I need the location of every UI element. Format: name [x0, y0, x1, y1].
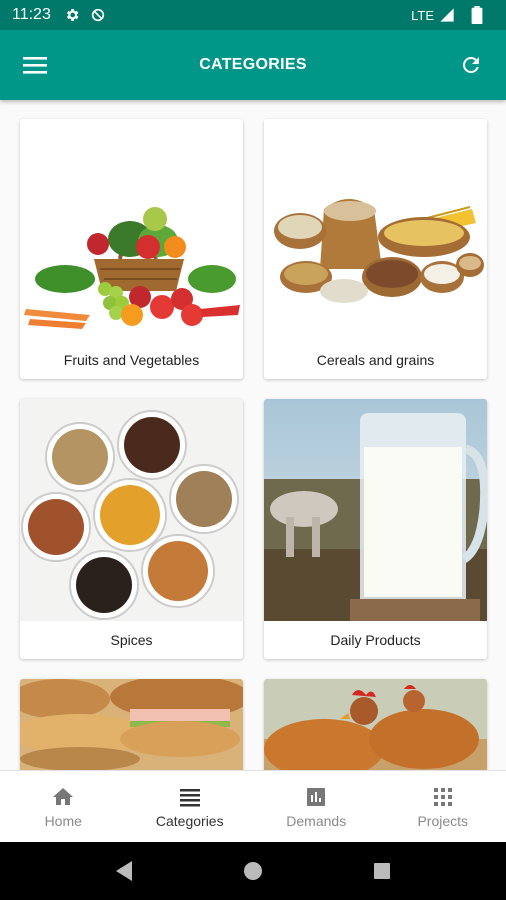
list-icon: [179, 788, 200, 806]
data-saver-icon: [89, 6, 107, 24]
hamburger-menu-icon: [23, 57, 47, 74]
nav-label: Categories: [155, 812, 224, 829]
settings-gear-icon: [63, 6, 81, 24]
daily-products-image: [264, 399, 487, 621]
category-card-5[interactable]: [20, 679, 243, 770]
category-grid: Fruits and Vegetables Cereals and grains: [0, 100, 506, 770]
status-bar: 11:23 LTE: [0, 0, 506, 30]
nav-projects[interactable]: Projects: [380, 771, 506, 842]
home-system-button[interactable]: [233, 851, 273, 891]
page-title: CATEGORIES: [199, 56, 307, 73]
nav-home[interactable]: Home: [0, 771, 127, 842]
category-label: Fruits and Vegetables: [63, 352, 200, 368]
fruits-vegetables-image: [20, 119, 243, 341]
home-circle-icon: [243, 862, 262, 880]
cereals-grains-image: [264, 119, 487, 341]
recents-button[interactable]: [362, 851, 402, 891]
category-card-6[interactable]: [264, 679, 487, 770]
network-type: LTE: [411, 7, 434, 23]
back-triangle-icon: [116, 861, 133, 881]
back-button[interactable]: [104, 851, 144, 891]
spices-image: [20, 399, 243, 621]
recents-square-icon: [373, 863, 390, 879]
category-card-daily-products[interactable]: Daily Products: [264, 399, 487, 659]
category-card-cereals-grains[interactable]: Cereals and grains: [264, 119, 487, 379]
status-time: 11:23: [12, 6, 51, 23]
refresh-button[interactable]: [436, 30, 506, 100]
bottom-navigation: Home Categories Demands Projects: [0, 770, 506, 842]
home-icon: [53, 787, 74, 805]
nav-label: Demands: [286, 812, 347, 829]
nav-label: Projects: [417, 812, 469, 829]
system-navigation-bar: [0, 842, 506, 900]
category-card-fruits-vegetables[interactable]: Fruits and Vegetables: [20, 119, 243, 379]
menu-button[interactable]: [0, 30, 70, 100]
grid-apps-icon: [433, 787, 452, 806]
bakery-sandwich-image: [20, 679, 243, 770]
category-label: Daily Products: [330, 632, 421, 648]
poultry-image: [264, 679, 487, 770]
category-card-spices[interactable]: Spices: [20, 399, 243, 659]
battery-icon: [468, 6, 486, 24]
app-bar: CATEGORIES: [0, 30, 506, 100]
signal-icon: [438, 6, 456, 24]
nav-label: Home: [44, 812, 82, 829]
bar-chart-icon: [307, 787, 326, 806]
nav-demands[interactable]: Demands: [253, 771, 380, 842]
category-label: Cereals and grains: [316, 352, 435, 368]
refresh-icon: [462, 56, 479, 73]
category-label: Spices: [110, 632, 153, 648]
nav-categories[interactable]: Categories: [127, 771, 254, 842]
